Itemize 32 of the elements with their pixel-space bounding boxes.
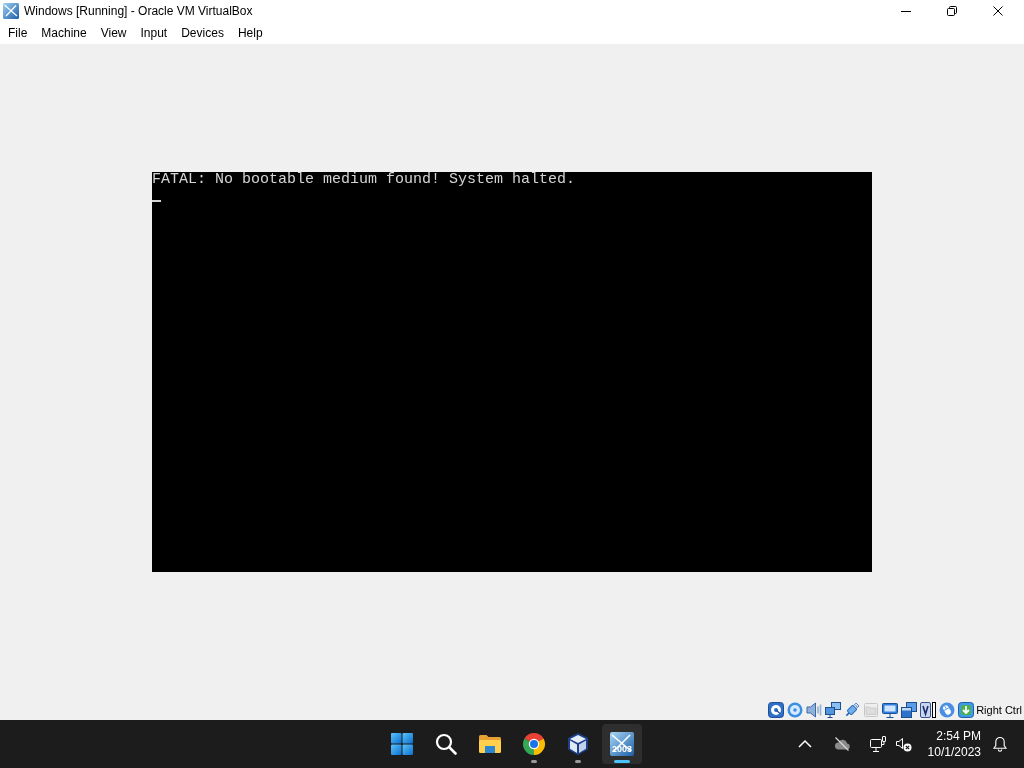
host-key-label: Right Ctrl <box>976 703 1022 716</box>
app-tile-icon <box>610 732 634 756</box>
app-tile-icon <box>3 3 19 19</box>
speaker-icon[interactable] <box>806 701 823 718</box>
menu-item[interactable]: Help <box>230 24 270 42</box>
speaker-muted-icon[interactable] <box>895 736 912 752</box>
cube-icon <box>566 732 590 756</box>
chip-icon[interactable] <box>920 701 937 718</box>
windows-logo-icon <box>390 732 414 756</box>
folder-icon <box>478 732 502 756</box>
hard-disk-icon[interactable] <box>768 701 785 718</box>
taskbar-clock[interactable]: 2:54 PM 10/1/2023 <box>924 728 984 760</box>
menu-item[interactable]: Machine <box>34 24 94 42</box>
search-icon <box>434 732 458 756</box>
monitor-icon[interactable] <box>882 701 899 718</box>
minimize-icon <box>901 10 911 12</box>
usb-plug-icon[interactable] <box>844 701 861 718</box>
bell-icon[interactable] <box>992 736 1008 752</box>
console-text: FATAL: No bootable medium found! System halted. <box>152 171 576 188</box>
menu-item[interactable]: File <box>1 24 35 42</box>
browser-icon <box>522 732 546 756</box>
close-icon <box>993 6 1003 16</box>
menu-item[interactable]: Input <box>133 24 175 42</box>
network-monitor-icon[interactable] <box>869 736 886 752</box>
windows-stack-icon[interactable] <box>901 701 918 718</box>
cloud-off-icon[interactable] <box>833 736 850 752</box>
window-title: Windows [Running] - Oracle VM VirtualBox <box>24 4 253 18</box>
network-monitors-icon[interactable] <box>825 701 842 718</box>
restore-icon <box>947 6 957 16</box>
menu-item[interactable]: Devices <box>174 24 231 42</box>
arrow-down-icon[interactable] <box>958 701 975 718</box>
menu-item[interactable]: View <box>93 24 134 42</box>
